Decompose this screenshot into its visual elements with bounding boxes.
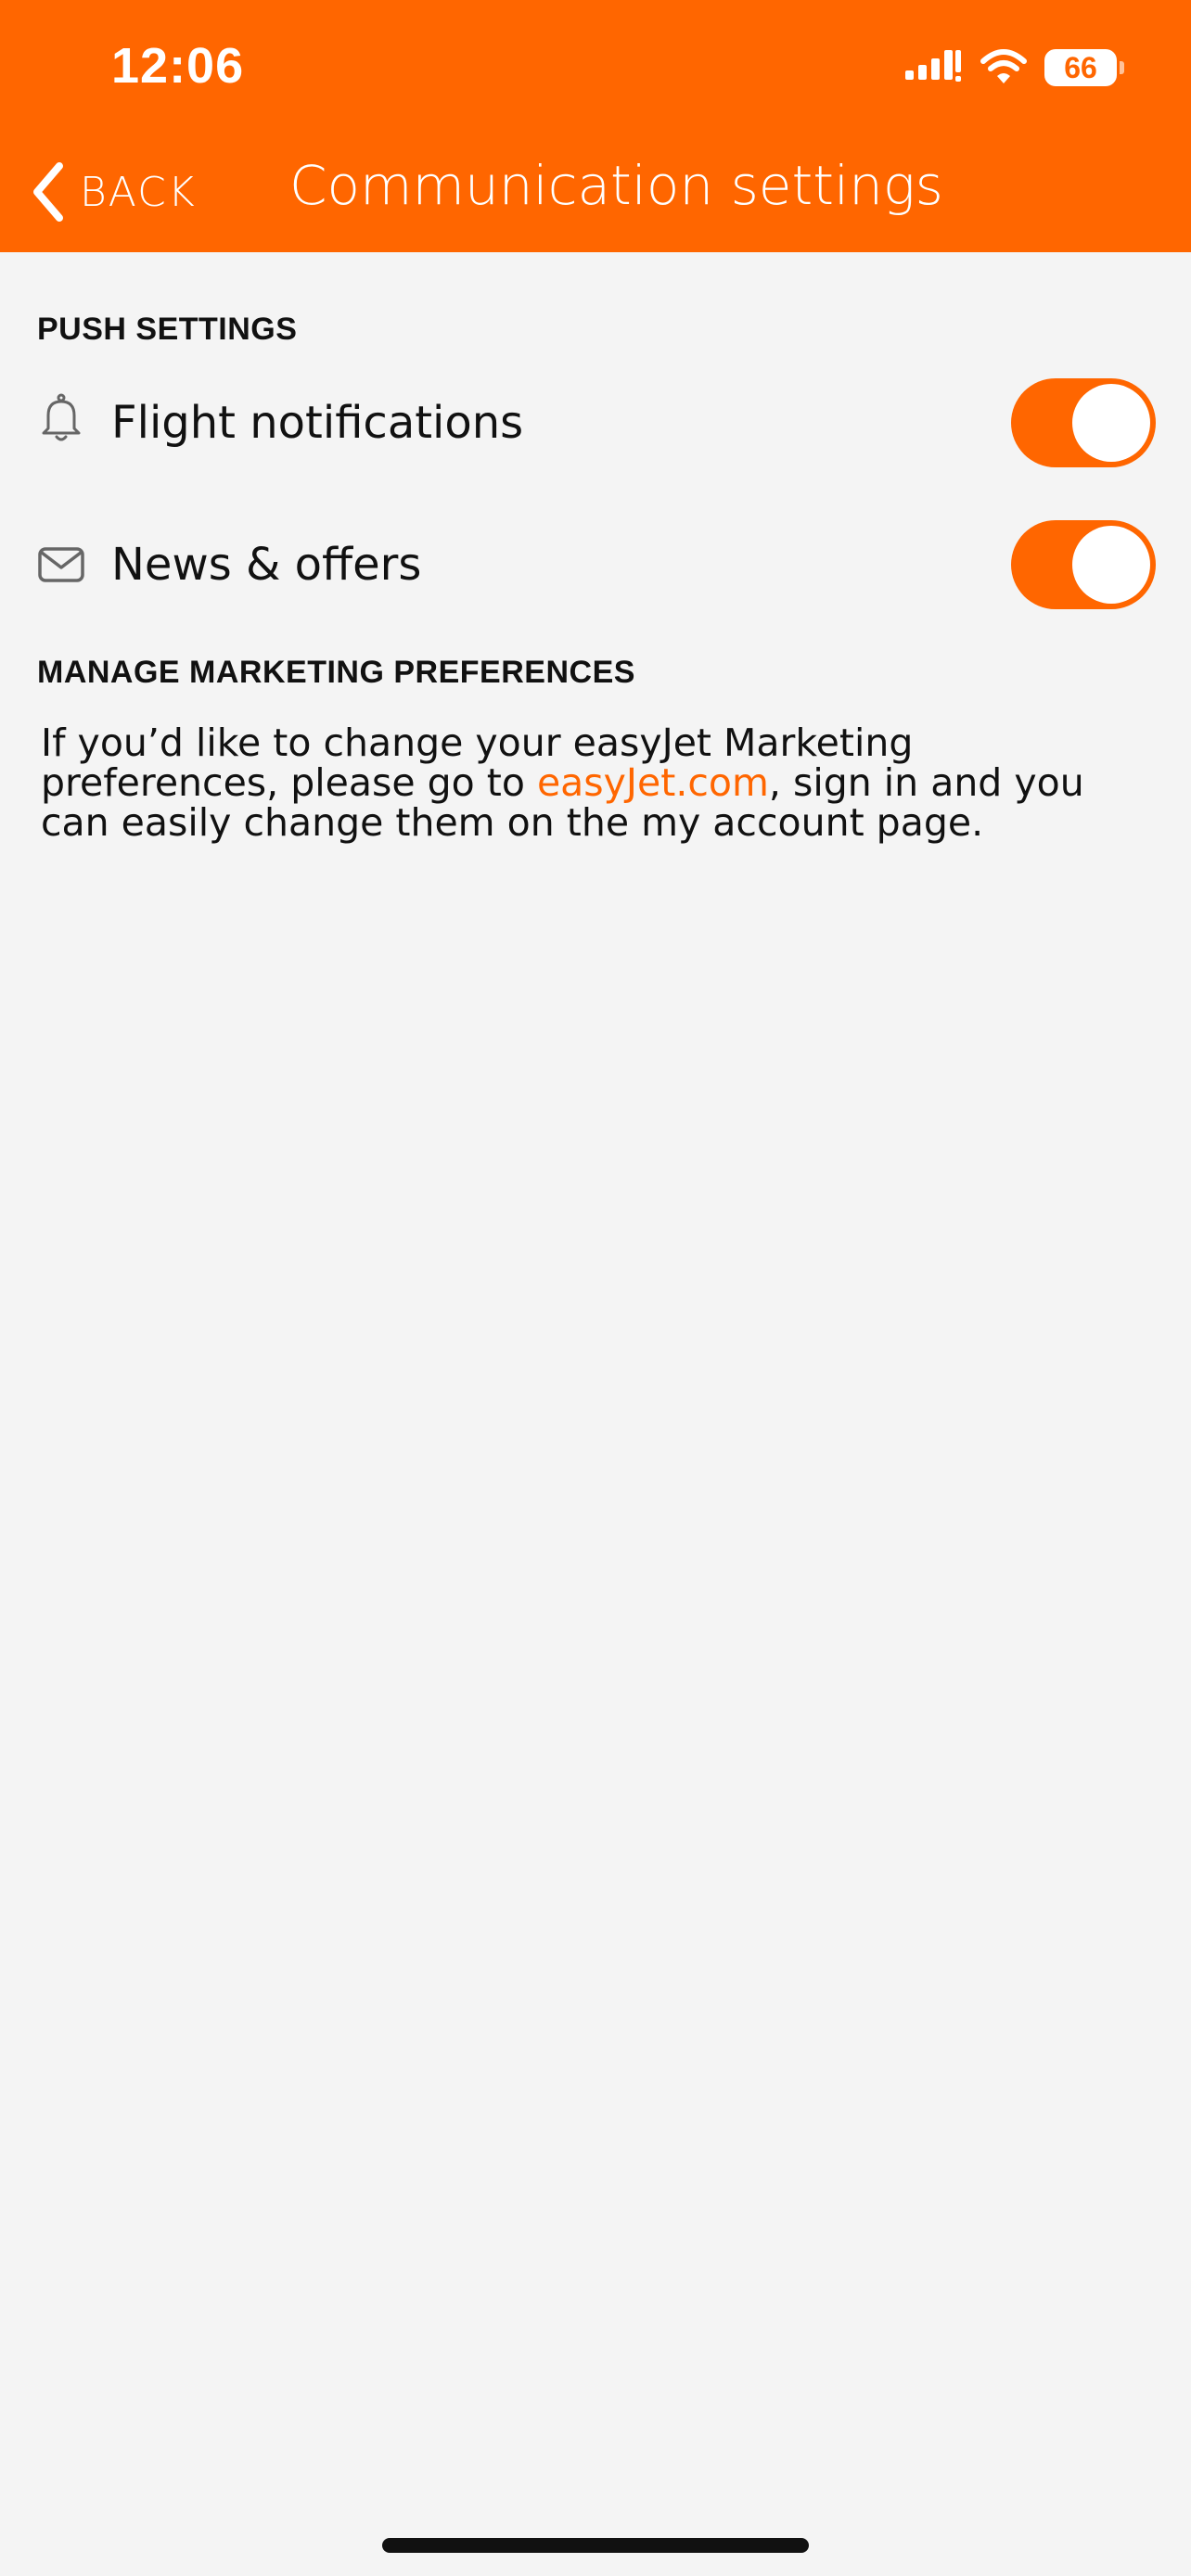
flight-notifications-toggle[interactable] [1011,378,1156,467]
battery-cap [1120,61,1124,74]
status-bar-icons: 66 [905,45,1124,91]
news-offers-toggle[interactable] [1011,520,1156,609]
toggle-knob [1072,384,1150,462]
app-header: 12:06 66 BACK Communication settings [0,0,1191,252]
news-offers-label: News & offers [111,539,422,591]
page-title: Communication settings [289,154,943,217]
toggle-knob [1072,526,1150,604]
news-offers-row: News & offers [0,513,1191,615]
flight-notifications-row: Flight notifications [0,371,1191,473]
back-label: BACK [80,168,197,216]
cellular-signal-icon [905,50,961,82]
status-bar-time: 12:06 [111,38,245,94]
battery-level: 66 [1064,50,1097,84]
flight-notifications-label: Flight notifications [111,397,524,449]
back-button[interactable]: BACK [30,159,197,224]
battery-icon: 66 [1044,49,1124,86]
wifi-icon [980,49,1027,83]
bell-icon [42,393,81,441]
marketing-preferences-heading: MANAGE MARKETING PREFERENCES [37,655,635,690]
home-indicator [382,2538,809,2553]
marketing-preferences-text: If you’d like to change your easyJet Mar… [41,723,1154,843]
easyjet-link[interactable]: easyJet.com [537,760,769,805]
push-settings-heading: PUSH SETTINGS [37,312,298,347]
chevron-left-icon [33,162,63,222]
envelope-icon [38,547,84,582]
